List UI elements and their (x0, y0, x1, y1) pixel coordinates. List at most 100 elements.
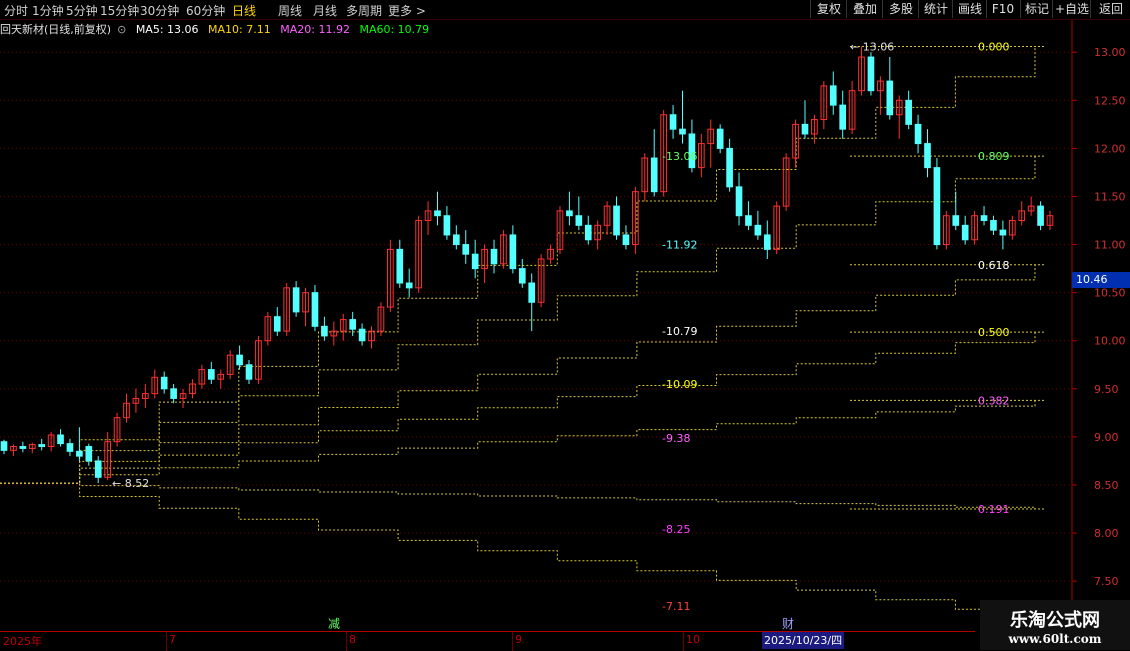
candle-body (801, 123, 809, 135)
watermark-title: 乐淘公式网 (1010, 610, 1100, 631)
period-tab-2[interactable]: 5分钟 (66, 2, 98, 19)
fib-label: 0.382 (978, 394, 1010, 407)
candle-body (160, 376, 168, 390)
period-tab-10[interactable]: 更多 > (388, 2, 426, 19)
candle-body (669, 114, 677, 130)
candle-body (961, 224, 969, 241)
toolbar-button-3[interactable]: 统计 (918, 0, 953, 18)
price-grid (0, 51, 1072, 582)
toolbar-button-6[interactable]: +自选 (1052, 0, 1091, 18)
period-tab-0[interactable]: 分时 (4, 2, 28, 19)
toolbar-button-7[interactable]: 返回 (1090, 0, 1130, 18)
price-tick-label: 10.00 (1094, 335, 1126, 348)
candle-body (867, 56, 875, 92)
mark-button[interactable]: 标记 (1020, 0, 1053, 18)
candle-body (754, 224, 762, 236)
step-line (0, 400, 1036, 484)
candle-body (76, 450, 83, 457)
kline-chart[interactable]: 0.8090.6180.5000.3820.1910.000 ← 13.06← … (0, 0, 1130, 650)
step-line (0, 482, 1036, 619)
fib-label: 0.809 (978, 150, 1010, 163)
ma5-value: MA5: 13.06 (135, 23, 199, 36)
candle-body (434, 210, 441, 217)
toolbar-button-0[interactable]: 复权 (810, 0, 847, 18)
candle-body (566, 210, 573, 217)
period-tab-7[interactable]: 周线 (278, 2, 302, 19)
date-axis: 2025年 7 8 9 10 2025/10/23/四 (0, 631, 975, 651)
candle-body (207, 369, 215, 380)
date-label-jul: 7 (169, 633, 176, 646)
indicator-infobar: 回天新材(日线,前复权) ⊙ MA5: 13.06 MA10: 7.11 MA20… (0, 21, 435, 37)
price-annotation: ← 13.06 (850, 40, 894, 53)
candle-body (716, 128, 724, 149)
period-tab-9[interactable]: 多周期 (346, 2, 382, 19)
price-annotation: -10.79 (662, 325, 697, 338)
price-tick-label: 11.50 (1094, 190, 1126, 203)
period-tab-6[interactable]: 日线 (232, 2, 256, 19)
candle-body (735, 186, 743, 217)
watermark: 乐淘公式网 www.60lt.com (980, 600, 1130, 650)
candle-body (905, 99, 912, 125)
candle-body (0, 441, 8, 451)
candle-body (509, 234, 517, 270)
date-label-aug: 8 (349, 633, 356, 646)
fib-label: 0.000 (978, 40, 1010, 53)
price-axis: 13.00 12.50 12.00 11.50 11.00 10.50 10.00 9.50 9… (1071, 20, 1126, 630)
candle-body (726, 147, 733, 188)
ma20-value: MA20: 11.92 (280, 23, 350, 36)
fib-label: 0.191 (978, 503, 1010, 516)
candle-body (85, 446, 93, 462)
candle-body (763, 234, 771, 250)
candle-body (999, 229, 1007, 236)
candle-body (273, 316, 281, 332)
toolbar-button-5[interactable]: F10 (986, 0, 1019, 18)
period-tab-5[interactable]: 60分钟 (186, 2, 225, 19)
fib-levels: 0.809 0.618 0.500 0.382 0.191 0.000 (850, 40, 1045, 516)
price-annotation: -7.11 (662, 600, 690, 613)
step-line (0, 156, 1036, 484)
gear-icon[interactable]: ⊙ (117, 23, 126, 36)
date-label-year: 2025年 (3, 635, 42, 648)
period-tab-4[interactable]: 30分钟 (140, 2, 179, 19)
price-annotation: -13.06 (662, 150, 697, 163)
price-tick-label: 11.00 (1094, 239, 1126, 252)
toolbar-button-4[interactable]: 画线 (952, 0, 987, 18)
event-marker-reduce[interactable]: 减 (328, 615, 340, 632)
date-label-sep: 9 (515, 633, 522, 646)
candle-body (236, 354, 243, 366)
annotations: ← 13.06 ← 8.52 -13.06 -11.92 -10.79 -10.09 -9.… (112, 40, 894, 613)
price-tick-label: 13.00 (1094, 46, 1126, 59)
candle-body (170, 388, 177, 399)
price-tick-label: 9.50 (1094, 383, 1119, 396)
current-price-tag: 10.46 (1072, 272, 1130, 288)
candle-body (452, 234, 460, 246)
event-marker-finance[interactable]: 财 (782, 615, 794, 632)
period-tab-3[interactable]: 15分钟 (100, 2, 139, 19)
price-tick-label: 8.00 (1094, 527, 1119, 540)
toolbar-button-2[interactable]: 多股 (882, 0, 919, 18)
period-tab-8[interactable]: 月线 (313, 2, 337, 19)
candle-body (980, 215, 988, 222)
candle-body (613, 205, 620, 236)
candle-body (829, 85, 837, 106)
date-tick (683, 632, 684, 651)
price-tick-label: 8.50 (1094, 479, 1119, 492)
candle-body (528, 282, 536, 303)
candle-body (886, 80, 894, 116)
price-tick-label: 12.50 (1094, 94, 1126, 107)
period-tab-1[interactable]: 1分钟 (32, 2, 64, 19)
candle-body (292, 287, 300, 313)
price-annotation: ← 8.52 (112, 477, 149, 490)
candle-body (914, 123, 922, 145)
candle-body (745, 215, 752, 226)
candle-body (94, 460, 102, 478)
candle-body (19, 446, 27, 449)
price-annotation: -10.09 (662, 378, 697, 391)
candle-body (462, 244, 470, 255)
candle-body (650, 157, 658, 193)
candle-body (405, 282, 413, 289)
toolbar-button-1[interactable]: 叠加 (846, 0, 883, 18)
candle-body (311, 292, 319, 327)
candle-body (66, 443, 74, 452)
stock-title: 回天新材(日线,前复权) (0, 23, 112, 36)
